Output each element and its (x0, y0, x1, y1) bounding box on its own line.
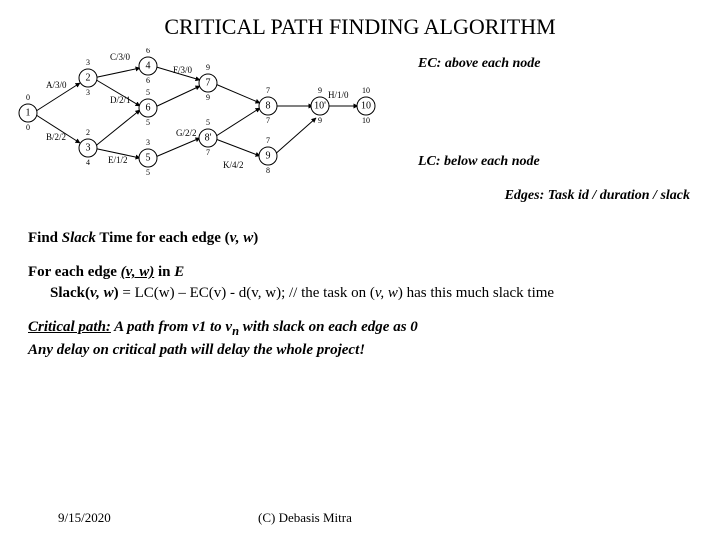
page-title: CRITICAL PATH FINDING ALGORITHM (0, 0, 720, 48)
svg-text:7: 7 (206, 78, 211, 89)
svg-text:7: 7 (266, 86, 270, 95)
txt: with slack on each edge as 0 (239, 319, 418, 335)
txt: Time for each edge ( (96, 230, 230, 246)
note-ec: EC: above each node (418, 56, 704, 72)
footer: 9/15/2020 (C) Debasis Mitra (0, 510, 720, 526)
cpm-graph: 1 2 3 4 6 5 7 8' 8 9 10' 10 00 33 24 66 … (8, 48, 388, 178)
algo-block: For each edge (v, w) in E Slack(v, w) = … (28, 262, 692, 303)
svg-text:6: 6 (146, 48, 150, 55)
svg-text:10: 10 (361, 101, 371, 112)
txt: Slack (62, 230, 96, 246)
svg-text:2: 2 (86, 73, 91, 84)
txt: (v, w) (121, 264, 155, 280)
svg-text:A/3/0: A/3/0 (46, 80, 67, 90)
footer-copyright: (C) Debasis Mitra (208, 510, 692, 526)
svg-text:9: 9 (206, 63, 210, 72)
cp-line-2: Any delay on critical path will delay th… (28, 340, 692, 360)
svg-text:B/2/2: B/2/2 (46, 132, 66, 142)
txt: = LC(w) – EC(v) - d(v, w); // the task o… (122, 285, 374, 301)
note-edges: Edges: Task id / duration / slack (0, 178, 720, 204)
svg-text:2: 2 (86, 128, 90, 137)
txt: Critical path: (28, 319, 111, 335)
svg-text:G/2/2: G/2/2 (176, 128, 197, 138)
svg-text:7: 7 (266, 136, 270, 145)
svg-text:5: 5 (146, 153, 151, 164)
svg-text:8: 8 (266, 101, 271, 112)
svg-text:3: 3 (146, 138, 150, 147)
txt: in (154, 264, 174, 280)
footer-date: 9/15/2020 (28, 510, 208, 526)
txt: v, w (375, 285, 398, 301)
svg-text:3: 3 (86, 58, 90, 67)
algo-line-2: Slack(v, w) = LC(w) – EC(v) - d(v, w); /… (28, 283, 692, 303)
svg-text:1: 1 (26, 108, 31, 119)
algo-line-1: For each edge (v, w) in E (28, 262, 692, 282)
svg-text:5: 5 (146, 88, 150, 97)
svg-text:0: 0 (26, 93, 30, 102)
svg-text:D/2/1: D/2/1 (110, 95, 131, 105)
svg-text:3: 3 (86, 143, 91, 154)
txt: E (174, 264, 184, 280)
body-content: Find Slack Time for each edge (v, w) For… (0, 204, 720, 360)
txt: ) (253, 230, 258, 246)
txt: v, w (90, 285, 114, 301)
svg-text:10: 10 (362, 86, 370, 95)
txt: to (206, 319, 225, 335)
txt: n (232, 324, 239, 338)
svg-text:C/3/0: C/3/0 (110, 52, 131, 62)
svg-text:F/3/0: F/3/0 (173, 65, 193, 75)
side-notes: EC: above each node LC: below each node (388, 48, 712, 178)
note-lc: LC: below each node (418, 154, 704, 170)
txt: v, w (230, 230, 254, 246)
critical-path-block: Critical path: A path from v1 to vn with… (28, 317, 692, 360)
svg-text:E/1/2: E/1/2 (108, 155, 128, 165)
txt: Find (28, 230, 62, 246)
svg-text:9: 9 (318, 86, 322, 95)
svg-text:5: 5 (146, 168, 150, 177)
svg-text:0: 0 (26, 123, 30, 132)
slack-heading: Find Slack Time for each edge (v, w) (28, 228, 692, 248)
svg-text:10': 10' (314, 101, 326, 112)
svg-text:3: 3 (86, 88, 90, 97)
svg-text:7: 7 (266, 116, 270, 125)
svg-text:6: 6 (146, 103, 151, 114)
svg-text:5: 5 (146, 118, 150, 127)
svg-text:4: 4 (146, 61, 151, 72)
txt: A path from (111, 319, 192, 335)
svg-text:8: 8 (266, 166, 270, 175)
svg-text:7: 7 (206, 148, 210, 157)
svg-text:5: 5 (206, 118, 210, 127)
svg-text:9: 9 (266, 151, 271, 162)
txt: ) has this much slack time (398, 285, 554, 301)
cp-line-1: Critical path: A path from v1 to vn with… (28, 317, 692, 340)
svg-text:6: 6 (146, 76, 150, 85)
txt: v1 (192, 319, 206, 335)
svg-text:9: 9 (318, 116, 322, 125)
svg-text:9: 9 (206, 93, 210, 102)
svg-text:8': 8' (205, 133, 212, 144)
svg-text:10: 10 (362, 116, 370, 125)
svg-text:H/1/0: H/1/0 (328, 90, 349, 100)
svg-text:K/4/2: K/4/2 (223, 160, 244, 170)
graph-row: 1 2 3 4 6 5 7 8' 8 9 10' 10 00 33 24 66 … (0, 48, 720, 178)
txt: Slack( (50, 285, 90, 301)
txt: For each edge (28, 264, 121, 280)
svg-text:4: 4 (86, 158, 90, 167)
